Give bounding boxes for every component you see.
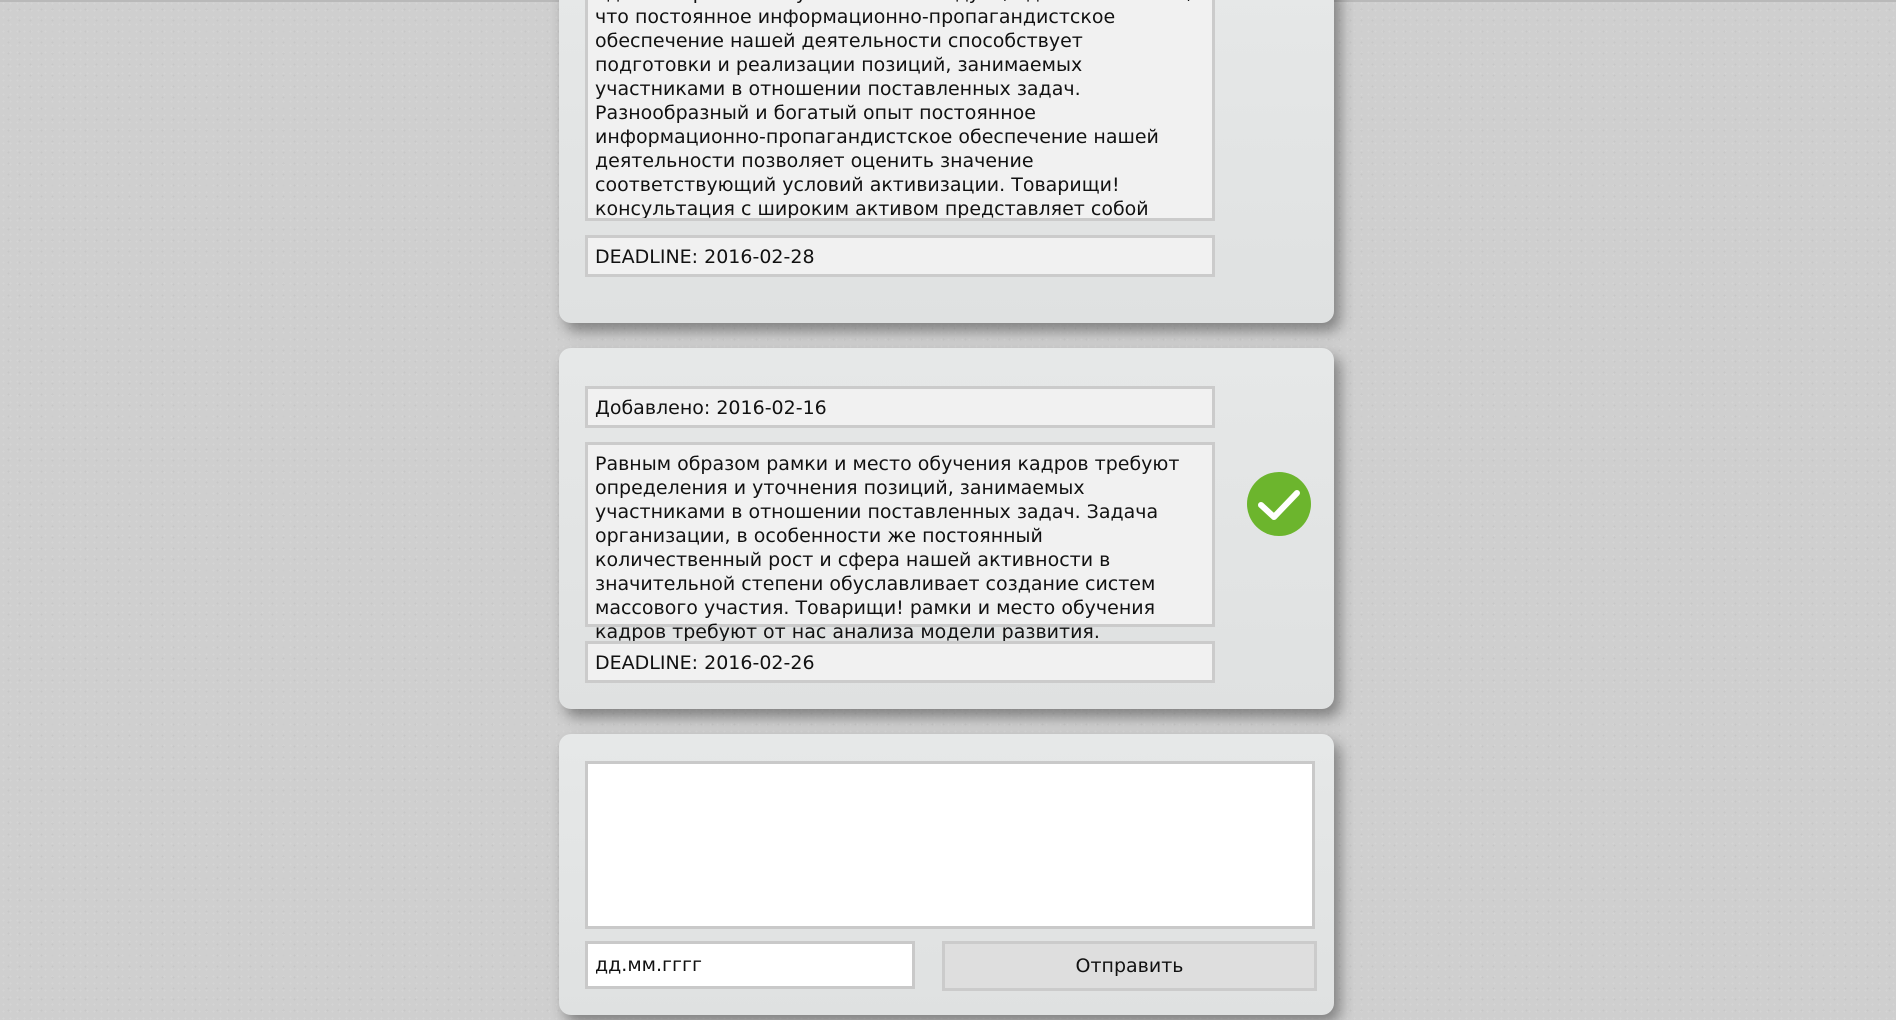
task-text: Равным образом рамки и место обучения ка…	[585, 442, 1215, 643]
submit-button[interactable]: Отправить	[942, 941, 1317, 991]
task-card: административных условий. Не следует, од…	[559, 0, 1334, 323]
task-text-input[interactable]	[585, 761, 1315, 929]
task-text: административных условий. Не следует, од…	[585, 0, 1215, 221]
task-deadline: DEADLINE: 2016-02-28	[585, 235, 1215, 277]
new-task-form: Отправить	[559, 734, 1334, 1015]
task-deadline: DEADLINE: 2016-02-26	[585, 641, 1215, 683]
task-card: Добавлено: 2016-02-16 Равным образом рам…	[559, 348, 1334, 709]
task-added-date: Добавлено: 2016-02-16	[585, 386, 1215, 428]
checkmark-icon	[1258, 490, 1300, 520]
deadline-date-input[interactable]	[585, 941, 915, 989]
check-circle-icon[interactable]	[1247, 472, 1311, 536]
